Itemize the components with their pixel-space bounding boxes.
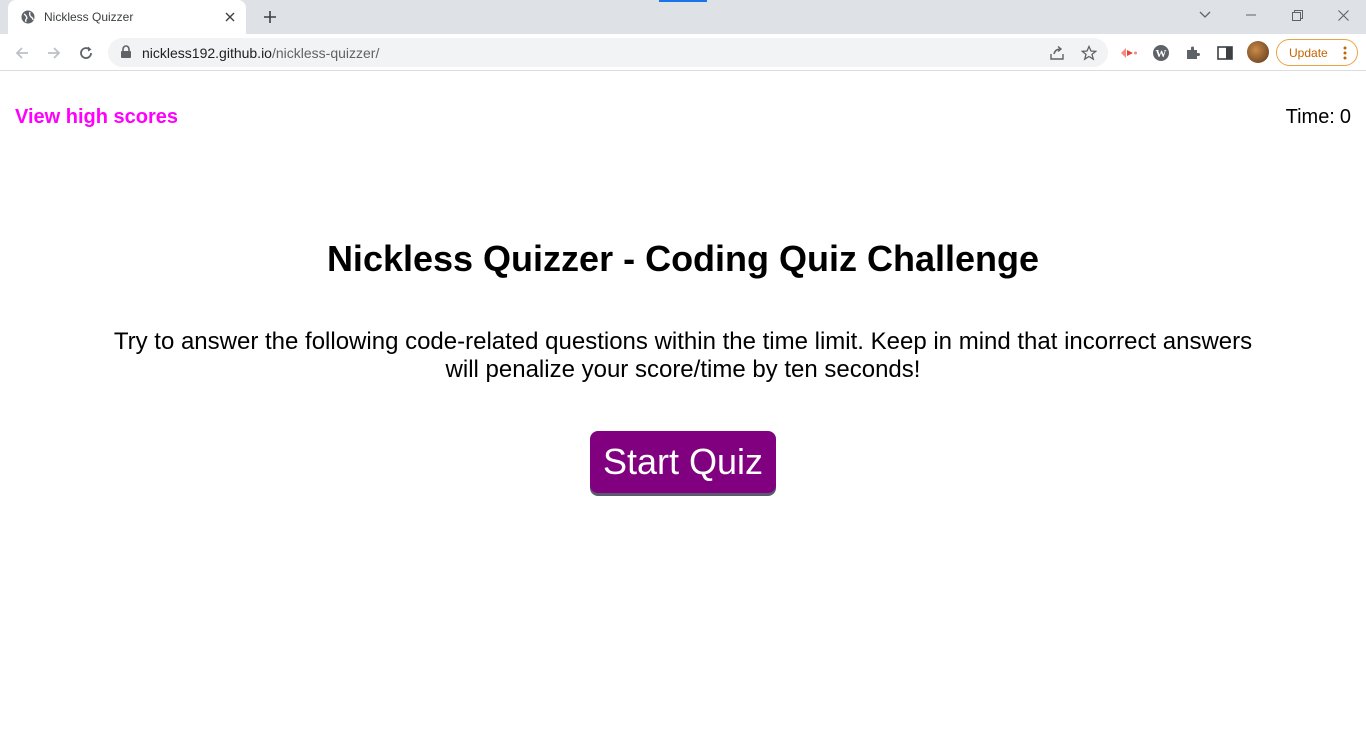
view-high-scores-link[interactable]: View high scores <box>15 106 178 129</box>
description-line-1: Try to answer the following code-related… <box>113 328 1253 355</box>
timer-value: 0 <box>1339 106 1351 128</box>
tabstrip-indicator <box>659 0 707 2</box>
more-menu-icon <box>1343 46 1347 65</box>
close-window-icon[interactable] <box>1320 0 1366 30</box>
extensions-puzzle-icon[interactable] <box>1183 43 1203 63</box>
update-button[interactable]: Update <box>1276 39 1358 66</box>
minimize-icon[interactable] <box>1228 0 1274 30</box>
tab-search-icon[interactable] <box>1182 0 1228 30</box>
close-tab-icon[interactable] <box>222 9 238 25</box>
browser-toolbar: nickless192.github.io/nickless-quizzer/ … <box>0 34 1366 71</box>
share-icon[interactable] <box>1048 44 1066 62</box>
lock-icon[interactable] <box>120 45 134 59</box>
start-quiz-button[interactable]: Start Quiz <box>590 431 776 493</box>
address-bar[interactable]: nickless192.github.io/nickless-quizzer/ <box>108 38 1108 67</box>
globe-icon <box>20 9 36 25</box>
description-line-2: will penalize your score/time by ten sec… <box>445 356 921 383</box>
page-content: View high scores Time: 0 Nickless Quizzer… <box>0 71 1366 738</box>
svg-text:W: W <box>1156 48 1167 60</box>
forward-arrow-icon[interactable] <box>40 39 68 67</box>
reload-icon[interactable] <box>72 39 100 67</box>
browser-tab[interactable]: Nickless Quizzer <box>8 0 246 34</box>
timer: Time: 0 <box>1286 106 1351 129</box>
screencast-extension-icon[interactable] <box>1119 43 1139 63</box>
side-panel-icon[interactable] <box>1215 43 1235 63</box>
browser-tabstrip: Nickless Quizzer <box>0 0 1366 34</box>
wordpress-icon[interactable]: W <box>1151 43 1171 63</box>
timer-label: Time: <box>1285 106 1335 128</box>
bookmark-star-icon[interactable] <box>1080 44 1098 62</box>
quiz-title: Nickless Quizzer - Coding Quiz Challenge <box>326 238 1040 279</box>
url-text[interactable]: nickless192.github.io/nickless-quizzer/ <box>142 45 379 61</box>
new-tab-icon[interactable] <box>258 5 282 29</box>
quiz-description: Try to answer the following code-related… <box>100 328 1266 384</box>
back-arrow-icon[interactable] <box>8 39 36 67</box>
tab-title: Nickless Quizzer <box>44 10 134 24</box>
restore-icon[interactable] <box>1274 0 1320 30</box>
profile-avatar[interactable] <box>1247 41 1269 63</box>
